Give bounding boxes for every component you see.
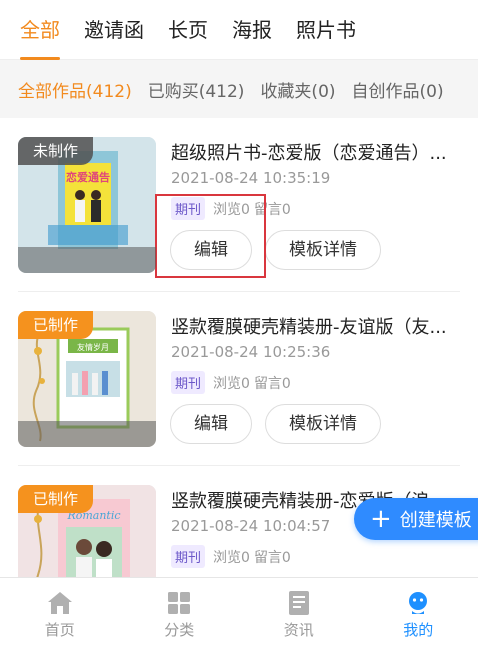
work-card: 恋爱通告 未制作 超级照片书-恋爱版（恋爱通告）... 2021-08-24 1…: [0, 118, 478, 292]
tab-all[interactable]: 全部: [20, 0, 60, 60]
template-detail-button[interactable]: 模板详情: [265, 230, 381, 270]
work-title[interactable]: 超级照片书-恋爱版（恋爱通告）...: [171, 139, 456, 165]
work-date: 2021-08-24 10:04:57: [171, 517, 331, 535]
work-card: 友情岁月 已制作 竖款覆膜硬壳精装册-友谊版（友... 2021-08-24 1…: [0, 292, 478, 466]
view-count: 浏览0: [213, 201, 250, 218]
home-icon: [47, 592, 72, 614]
nav-mine[interactable]: 我的: [359, 578, 478, 645]
nav-label: 首页: [44, 621, 75, 639]
thumbnail-caption-bar: [18, 421, 156, 447]
cover-title-text: 恋爱通告: [66, 170, 110, 184]
work-meta: 期刊 浏览0 留言0: [171, 545, 295, 568]
work-meta: 期刊 浏览0 留言0: [171, 371, 295, 394]
cover-title-text: 友情岁月: [77, 342, 109, 352]
plus-icon: +: [370, 504, 392, 534]
work-title[interactable]: 竖款覆膜硬壳精装册-友谊版（友...: [171, 313, 456, 339]
comment-count: 留言0: [253, 549, 291, 566]
top-tab-bar: 全部 邀请函 长页 海报 照片书: [0, 0, 478, 60]
edit-button[interactable]: 编辑: [170, 230, 252, 270]
work-thumbnail[interactable]: 恋爱通告 未制作: [18, 137, 156, 273]
tab-photo-book[interactable]: 照片书: [296, 0, 356, 60]
view-count: 浏览0: [213, 375, 250, 392]
comment-count: 留言0: [253, 375, 291, 392]
news-icon: [288, 591, 309, 615]
filter-all-works[interactable]: 全部作品(412): [18, 77, 132, 102]
nav-label: 分类: [164, 621, 195, 639]
grid-icon: [168, 592, 191, 614]
thumbnail-caption-bar: [18, 247, 156, 273]
create-template-label: 创建模板: [399, 510, 472, 531]
work-meta: 期刊 浏览0 留言0: [171, 197, 295, 220]
nav-label: 资讯: [283, 621, 314, 639]
tab-long-page[interactable]: 长页: [168, 0, 208, 60]
status-badge: 已制作: [18, 311, 94, 339]
category-tag: 期刊: [171, 197, 206, 220]
profile-icon: [409, 592, 428, 614]
edit-button[interactable]: 编辑: [170, 404, 252, 444]
template-detail-button[interactable]: 模板详情: [265, 404, 381, 444]
nav-news[interactable]: 资讯: [239, 578, 359, 645]
work-date: 2021-08-24 10:35:19: [171, 169, 331, 187]
filter-favorites[interactable]: 收藏夹(0): [260, 77, 335, 102]
nav-category[interactable]: 分类: [120, 578, 240, 645]
status-badge: 未制作: [18, 137, 94, 165]
status-badge: 已制作: [18, 485, 94, 513]
filter-bar: 全部作品(412) 已购买(412) 收藏夹(0) 自创作品(0): [0, 60, 478, 118]
work-date: 2021-08-24 10:25:36: [171, 343, 331, 361]
category-tag: 期刊: [171, 371, 206, 394]
tab-invitation[interactable]: 邀请函: [84, 0, 144, 60]
bottom-nav: 首页 分类 资讯 我的: [0, 577, 478, 645]
filter-self-created[interactable]: 自创作品(0): [352, 77, 444, 102]
nav-home[interactable]: 首页: [0, 578, 120, 645]
view-count: 浏览0: [213, 549, 250, 566]
filter-purchased[interactable]: 已购买(412): [148, 77, 245, 102]
nav-label: 我的: [403, 621, 434, 639]
work-thumbnail[interactable]: 友情岁月 已制作: [18, 311, 156, 447]
category-tag: 期刊: [171, 545, 206, 568]
create-template-button[interactable]: + 创建模板: [354, 498, 478, 540]
comment-count: 留言0: [253, 201, 291, 218]
tab-poster[interactable]: 海报: [232, 0, 272, 60]
